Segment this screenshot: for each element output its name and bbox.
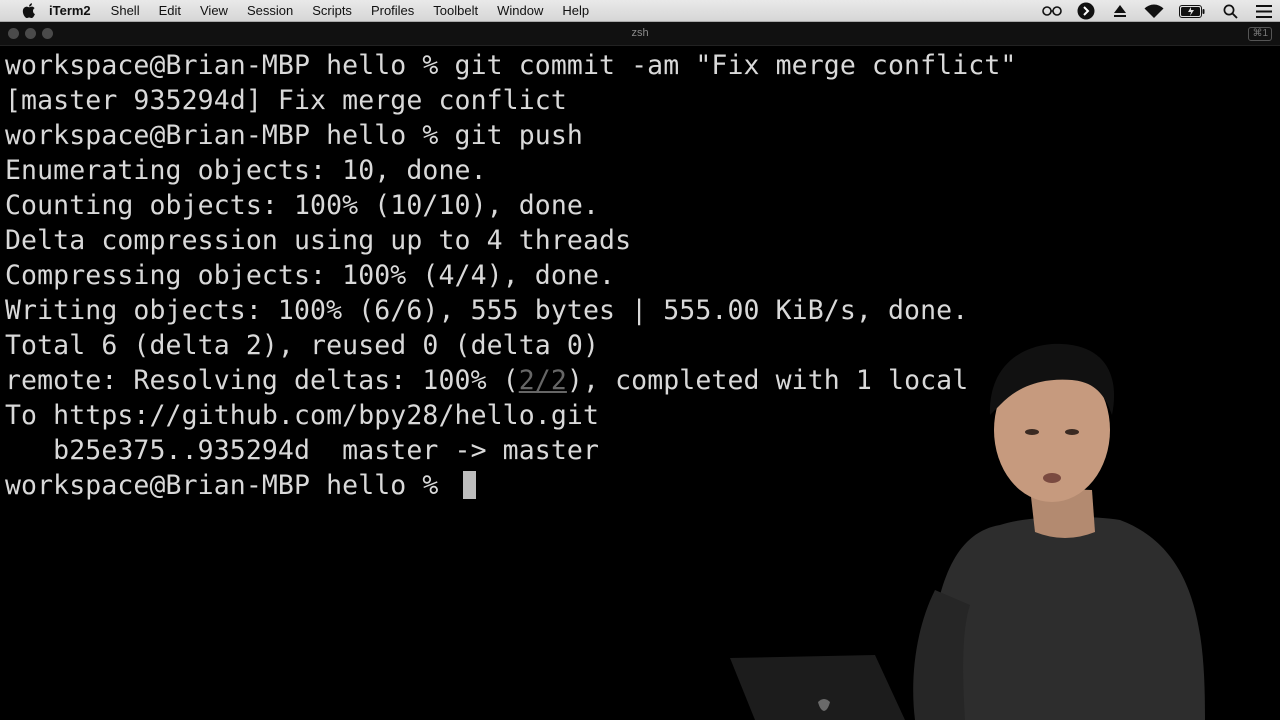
menu-view[interactable]: View xyxy=(200,3,228,18)
menu-help[interactable]: Help xyxy=(562,3,589,18)
status-tray xyxy=(1042,0,1274,22)
menu-window[interactable]: Window xyxy=(497,3,543,18)
menu-bar: iTerm2 Shell Edit View Session Scripts P… xyxy=(0,0,1280,22)
menu-scripts[interactable]: Scripts xyxy=(312,3,352,18)
terminal-line: Counting objects: 100% (10/10), done. xyxy=(5,190,600,221)
glasses-icon[interactable] xyxy=(1042,1,1062,21)
terminal-hyperlink-text[interactable]: 2/2 xyxy=(519,365,567,396)
apple-logo-icon[interactable] xyxy=(22,3,36,18)
menu-shell[interactable]: Shell xyxy=(111,3,140,18)
window-shortcut-badge: ⌘1 xyxy=(1248,27,1272,41)
text-cursor xyxy=(462,471,476,499)
laptop-screen-back xyxy=(730,655,905,720)
terminal-line: [master 935294d] Fix merge conflict xyxy=(5,85,567,116)
presenter-arm xyxy=(913,590,970,720)
wifi-icon[interactable] xyxy=(1144,1,1164,21)
menu-profiles[interactable]: Profiles xyxy=(371,3,414,18)
menu-app-iterm2[interactable]: iTerm2 xyxy=(49,3,91,18)
menu-session[interactable]: Session xyxy=(247,3,293,18)
menu-list-icon[interactable] xyxy=(1254,1,1274,21)
terminal-text: remote: Resolving deltas: 100% ( xyxy=(5,365,519,396)
upload-icon[interactable] xyxy=(1110,1,1130,21)
menu-toolbelt[interactable]: Toolbelt xyxy=(433,3,478,18)
circle-arrow-icon[interactable] xyxy=(1076,1,1096,21)
terminal-line: Compressing objects: 100% (4/4), done. xyxy=(5,260,616,291)
menu-edit[interactable]: Edit xyxy=(159,3,181,18)
battery-icon[interactable] xyxy=(1178,1,1206,21)
terminal-prompt: workspace@Brian-MBP hello % xyxy=(5,470,455,501)
terminal-line: workspace@Brian-MBP hello % git push xyxy=(5,120,583,151)
window-titlebar[interactable]: zsh ⌘1 xyxy=(0,22,1280,46)
terminal-line: Delta compression using up to 4 threads xyxy=(5,225,632,256)
presenter-video-overlay xyxy=(730,343,1205,720)
terminal-line: workspace@Brian-MBP hello % git commit -… xyxy=(5,50,1017,81)
terminal-line: Enumerating objects: 10, done. xyxy=(5,155,487,186)
presenter-torso xyxy=(925,516,1205,720)
search-icon[interactable] xyxy=(1220,1,1240,21)
window-title: zsh xyxy=(631,27,649,39)
